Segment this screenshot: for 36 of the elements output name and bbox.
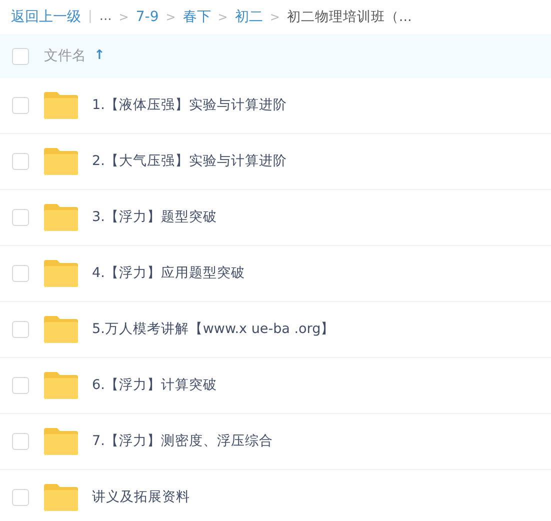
- folder-icon: [44, 372, 78, 399]
- chevron-separator: >: [218, 9, 228, 26]
- file-name[interactable]: 3.【浮力】题型突破: [92, 207, 217, 228]
- current-folder: 初二物理培训班（...: [286, 8, 412, 27]
- file-name[interactable]: 1.【液体压强】实验与计算进阶: [92, 95, 287, 116]
- chevron-separator: >: [118, 9, 129, 26]
- breadcrumb-link[interactable]: 7-9: [136, 6, 159, 28]
- folder-icon: [44, 316, 78, 343]
- checkbox[interactable]: [12, 377, 29, 394]
- folder-icon: [44, 484, 78, 511]
- breadcrumb-link[interactable]: 春下: [182, 6, 211, 28]
- folder-icon: [44, 260, 78, 287]
- folder-icon: [44, 148, 78, 175]
- checkbox[interactable]: [12, 433, 29, 450]
- checkbox[interactable]: [12, 48, 29, 64]
- checkbox[interactable]: [12, 321, 29, 338]
- file-name[interactable]: 2.【大气压强】实验与计算进阶: [92, 151, 287, 172]
- checkbox[interactable]: [12, 265, 29, 282]
- file-name[interactable]: 7.【浮力】测密度、浮压综合: [92, 431, 273, 452]
- breadcrumb-link[interactable]: 初二: [234, 6, 263, 28]
- chevron-separator: >: [270, 9, 280, 26]
- divider-glyph: |: [88, 8, 92, 26]
- folder-icon: [44, 92, 78, 119]
- checkbox[interactable]: [12, 153, 29, 170]
- checkbox[interactable]: [12, 97, 29, 114]
- file-name[interactable]: 4.【浮力】应用题型突破: [92, 263, 245, 284]
- checkbox[interactable]: [12, 209, 29, 226]
- breadcrumb-link[interactable]: 返回上一级: [11, 6, 81, 28]
- file-name[interactable]: 5.万人模考讲解【www.x ue-ba .org】: [92, 319, 335, 340]
- file-name[interactable]: 6.【浮力】计算突破: [92, 375, 217, 396]
- folder-icon: [44, 204, 78, 231]
- ellipsis[interactable]: ...: [99, 7, 112, 27]
- folder-icon: [44, 428, 78, 455]
- file-name[interactable]: 讲义及拓展资料: [92, 487, 190, 508]
- checkbox[interactable]: [12, 489, 29, 506]
- chevron-separator: >: [166, 9, 176, 26]
